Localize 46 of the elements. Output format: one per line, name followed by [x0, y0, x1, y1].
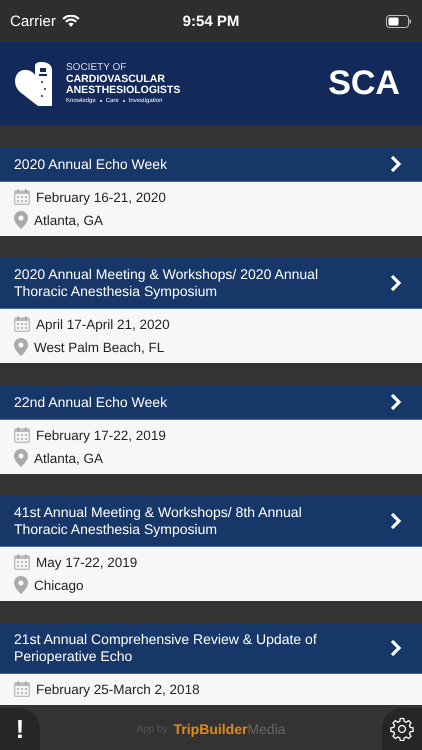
alert-button[interactable]: ! — [0, 708, 40, 750]
chevron-right-icon — [390, 155, 402, 173]
status-time: 9:54 PM — [182, 12, 240, 30]
settings-button[interactable] — [382, 708, 422, 750]
event-header[interactable]: 2020 Annual Echo Week — [0, 147, 422, 182]
bullet-icon — [100, 100, 102, 102]
logo-text: CARDIOVASCULAR — [66, 74, 166, 85]
chevron-right-icon — [390, 639, 402, 657]
event-title: 2020 Annual Echo Week — [14, 156, 168, 172]
logo-text: ANESTHESIOLOGISTS — [66, 84, 180, 96]
logo-text: SOCIETY OF — [66, 63, 128, 74]
event-title: 2020 Annual Meeting & Workshops/ 2020 Annual Thoracic Anesthesia Symposium — [14, 266, 320, 300]
event-location: Atlanta, GA — [34, 212, 104, 228]
event-location: Chicago — [34, 578, 84, 592]
header-title: SCA — [328, 64, 400, 103]
bullet-icon — [122, 100, 125, 102]
chevron-right-icon — [390, 512, 402, 530]
map-pin-icon — [14, 576, 28, 594]
event-date: February 16-21, 2020 — [36, 190, 166, 204]
map-pin-icon — [14, 449, 28, 467]
calendar-icon — [14, 316, 30, 332]
event-date: April 17-April 21, 2020 — [36, 316, 170, 332]
map-pin-icon — [14, 338, 28, 356]
map-pin-icon — [14, 211, 28, 229]
calendar-icon — [14, 189, 30, 205]
event-title: 21st Annual Comprehensive Review & Update of Perioperative Echo — [14, 631, 318, 665]
event-date: May 17-22, 2019 — [36, 554, 138, 570]
event-location: Atlanta, GA — [34, 450, 104, 466]
event-title: 22nd Annual Echo Week — [14, 394, 168, 410]
settings-icon — [390, 717, 414, 741]
calendar-icon — [14, 427, 30, 443]
carrier-label: Carrier — [10, 12, 56, 30]
calendar-icon — [14, 681, 30, 697]
chevron-right-icon — [390, 393, 402, 411]
wifi-icon — [62, 14, 80, 28]
event-header[interactable]: 22nd Annual Echo Week — [0, 385, 422, 420]
calendar-icon — [14, 554, 30, 570]
event-date: February 17-22, 2019 — [36, 428, 166, 442]
battery-icon — [386, 14, 412, 28]
event-header[interactable]: 21st Annual Comprehensive Review & Update of Perioperative Echo — [0, 623, 422, 674]
event-title: 41st Annual Meeting & Workshops/ 8th Annual Thoracic Anesthesia Symposium — [14, 504, 303, 538]
event-header[interactable]: 41st Annual Meeting & Workshops/ 8th Annual Thoracic Anesthesia Symposium — [0, 496, 422, 547]
event-date: February 25-March 2, 2018 — [36, 682, 200, 696]
chevron-right-icon — [390, 274, 402, 292]
event-header[interactable]: 2020 Annual Meeting & Workshops/ 2020 Annual Thoracic Anesthesia Symposium — [0, 258, 422, 309]
event-location: West Palm Beach, FL — [34, 340, 164, 354]
